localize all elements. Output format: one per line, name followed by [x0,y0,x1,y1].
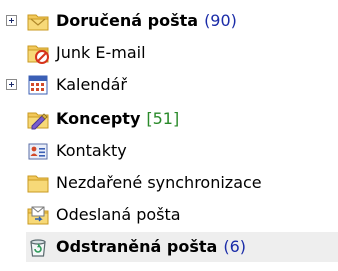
unread-count: (90) [204,11,237,30]
folder-item-deleted[interactable]: Odstraněná pošta (6) [0,232,338,262]
deleted-items-icon [26,235,50,259]
folder-item-sync-failures[interactable]: Nezdařené synchronizace [0,168,338,198]
folder-label-sent: Odeslaná pošta [56,205,181,224]
folder-item-inbox[interactable]: Doručená pošta (90) [0,6,338,36]
calendar-icon [26,73,50,97]
folder-item-contacts[interactable]: Kontakty [0,136,338,166]
expand-icon[interactable] [6,79,17,90]
folder-label-deleted: Odstraněná pošta (6) [56,237,246,256]
folder-item-drafts[interactable]: Koncepty [51] [0,104,338,134]
unread-count: (6) [223,237,246,256]
inbox-icon [26,9,50,33]
folder-label-calendar: Kalendář [56,75,127,94]
folder-item-calendar[interactable]: Kalendář [0,70,338,100]
folder-item-junk[interactable]: Junk E-mail [0,38,338,68]
folder-tree: Doručená pošta (90) Junk E-mail Kalendář… [0,0,338,271]
folder-label-sync-failures: Nezdařené synchronizace [56,173,262,192]
junk-mail-icon [26,41,50,65]
expand-icon[interactable] [6,15,17,26]
drafts-icon [26,107,50,131]
draft-count: [51] [146,109,180,128]
sent-mail-icon [26,203,50,227]
folder-label-junk: Junk E-mail [56,43,146,62]
folder-label-contacts: Kontakty [56,141,127,160]
folder-label-inbox: Doručená pošta (90) [56,11,237,30]
contacts-icon [26,139,50,163]
folder-label-drafts: Koncepty [51] [56,109,180,128]
folder-item-sent[interactable]: Odeslaná pošta [0,200,338,230]
folder-icon [26,171,50,195]
